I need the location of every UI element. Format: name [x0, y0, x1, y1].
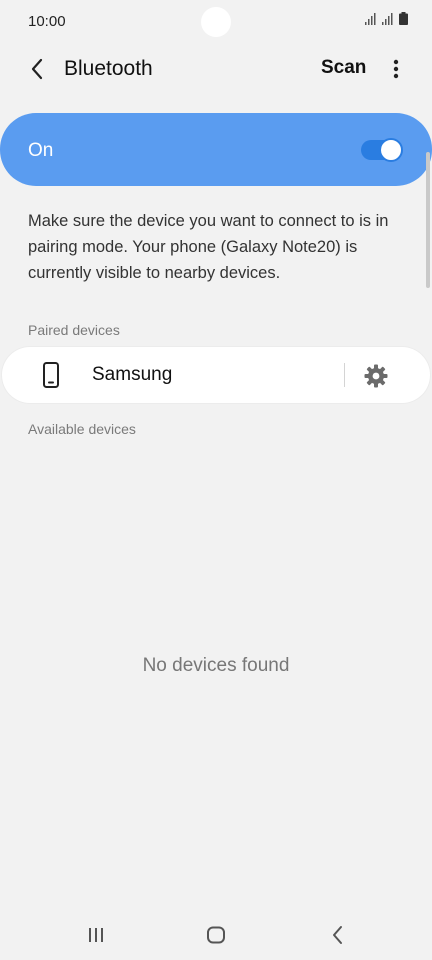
home-icon [207, 926, 225, 944]
more-vertical-icon [393, 59, 399, 79]
available-devices-header: Available devices [28, 421, 136, 437]
status-bar: 10:00 [0, 0, 432, 44]
bluetooth-master-switch[interactable]: On [0, 113, 432, 186]
back-button[interactable] [20, 52, 54, 86]
signal-icon [365, 13, 376, 25]
gear-icon [364, 364, 388, 388]
status-icons [365, 12, 408, 25]
recent-apps-button[interactable] [76, 920, 116, 950]
device-settings-button[interactable] [359, 359, 393, 393]
paired-device-row[interactable]: Samsung [2, 347, 430, 403]
scan-button[interactable]: Scan [321, 57, 366, 79]
recent-apps-icon [89, 928, 103, 942]
nav-back-button[interactable] [318, 920, 358, 950]
chevron-left-icon [31, 58, 43, 80]
back-icon [333, 926, 342, 944]
page-title: Bluetooth [64, 57, 153, 80]
signal-icon [382, 13, 393, 25]
bluetooth-toggle[interactable] [361, 138, 403, 162]
paired-devices-header: Paired devices [28, 322, 120, 338]
scroll-indicator[interactable] [426, 152, 430, 288]
switch-thumb [379, 138, 403, 162]
app-bar: Bluetooth Scan [0, 44, 432, 96]
battery-icon [399, 12, 408, 25]
status-time: 10:00 [28, 13, 66, 30]
more-options-button[interactable] [380, 52, 412, 86]
bluetooth-settings-screen: 10:00 Bluetooth Scan On Make sure the de… [0, 0, 432, 960]
navigation-bar [0, 910, 432, 960]
home-button[interactable] [196, 920, 236, 950]
device-name: Samsung [92, 364, 173, 385]
phone-icon [43, 362, 59, 388]
no-devices-message: No devices found [142, 655, 290, 676]
divider [344, 363, 345, 387]
pairing-info-text: Make sure the device you want to connect… [28, 212, 389, 282]
camera-cutout [201, 7, 231, 37]
switch-state-label: On [28, 140, 54, 161]
